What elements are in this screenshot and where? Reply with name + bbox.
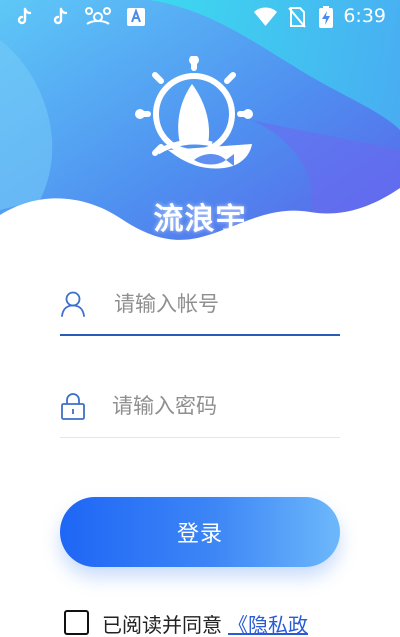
status-bar: 6:39	[0, 0, 400, 34]
user-icon	[61, 291, 85, 317]
tiktok-icon	[53, 7, 68, 25]
battery-charging-icon	[319, 6, 333, 28]
login-button[interactable]: 登录	[60, 497, 340, 567]
password-input[interactable]	[112, 388, 336, 424]
agreement-text: 已阅读并同意	[102, 613, 222, 637]
tiktok-icon	[17, 7, 32, 25]
account-field	[60, 276, 340, 336]
wifi-icon	[254, 7, 277, 26]
helm-logo	[135, 56, 253, 169]
lock-icon	[61, 393, 85, 420]
account-input[interactable]	[114, 286, 338, 322]
header-banner: 6:39 流浪宇	[0, 0, 400, 262]
clock: 6:39	[343, 5, 386, 27]
privacy-policy-link[interactable]: 《隐私政	[228, 609, 308, 637]
agree-checkbox[interactable]	[64, 610, 89, 635]
translate-icon	[127, 8, 145, 26]
brand-name: 流浪宇	[153, 202, 247, 237]
network-icon	[85, 7, 111, 25]
no-sim-icon	[288, 7, 306, 28]
password-field	[60, 378, 340, 438]
